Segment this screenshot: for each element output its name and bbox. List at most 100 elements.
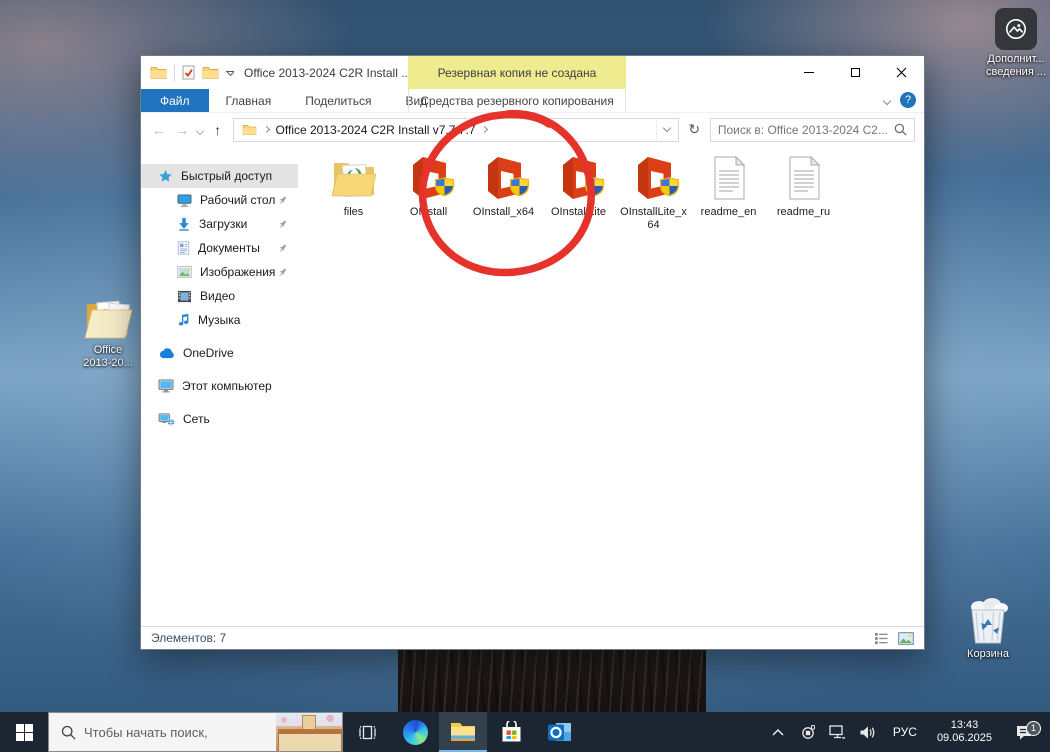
hidden-icons-chevron-icon[interactable] [765,728,791,736]
quick-access-star-icon [158,169,173,184]
pin-icon [277,243,288,254]
search-box[interactable]: Поиск в: Office 2013-2024 C2... [710,118,915,142]
desktop-icon [177,194,192,207]
explorer-app-icon [150,66,167,80]
sidebar-item-documents[interactable]: Документы [141,236,298,260]
sidebar-item-network[interactable]: Сеть [141,407,298,431]
back-icon[interactable]: ← [150,122,168,138]
tab-backup-tools[interactable]: Средства резервного копирования [408,89,626,113]
this-pc-icon [158,379,174,393]
ribbon-collapse-icon[interactable] [884,93,890,107]
sidebar-item-desktop[interactable]: Рабочий стол [141,188,298,212]
breadcrumb-folder-icon [242,124,257,136]
uac-shield-icon [584,176,605,197]
file-item-oinstalllite[interactable]: OInstallLite [541,154,616,219]
taskbar-clock[interactable]: 13:43 09.06.2025 [929,719,1000,745]
file-list-pane[interactable]: files [298,146,924,626]
language-indicator[interactable]: РУС [885,725,925,739]
tab-share[interactable]: Поделиться [288,89,388,112]
task-view-icon [358,723,377,742]
start-button[interactable] [0,712,48,752]
pin-icon [277,267,288,278]
file-label: OInstallLite_x64 [619,206,689,232]
spotlight-picture-icon [995,8,1037,50]
ribbon-tabs: Файл Главная Поделиться Вид Средства рез… [141,89,924,113]
taskbar-edge-button[interactable] [391,712,439,752]
taskbar: Чтобы начать поиск, [0,712,1050,752]
search-highlight-image[interactable] [276,713,342,751]
desktop-icon-recycle-bin[interactable]: Корзина [955,597,1021,661]
taskbar-store-button[interactable] [487,712,535,752]
volume-icon[interactable] [855,725,881,740]
file-item-files[interactable]: files [316,154,391,219]
spotlight-label-line2: сведения ... [986,66,1046,79]
sidebar-item-videos[interactable]: Видео [141,284,298,308]
edge-icon [403,720,428,745]
onedrive-cloud-icon [158,348,175,359]
sidebar-label: Загрузки [199,217,247,231]
pin-icon [277,219,288,230]
microsoft-store-icon [500,721,523,744]
close-button[interactable] [878,56,924,89]
desktop-icon-spotlight[interactable]: Дополнит... сведения ... [983,8,1049,79]
sidebar-item-onedrive[interactable]: OneDrive [141,341,298,365]
taskbar-search-placeholder: Чтобы начать поиск, [84,725,268,740]
office-folder-label-line2: 2013-20... [83,357,133,370]
tray-device-icon[interactable] [795,724,821,740]
music-icon [177,313,190,327]
address-dropdown-icon[interactable] [656,119,678,141]
qat-properties-icon[interactable] [182,65,195,80]
pictures-icon [177,266,192,278]
taskbar-search-box[interactable]: Чтобы начать поиск, [48,712,343,752]
clock-date: 09.06.2025 [937,732,992,745]
maximize-icon [851,68,860,77]
file-item-oinstalllite-x64[interactable]: OInstallLite_x64 [616,154,691,232]
sidebar-label: Быстрый доступ [181,169,272,183]
sidebar-item-pictures[interactable]: Изображения [141,260,298,284]
tab-file[interactable]: Файл [141,89,209,112]
sidebar-item-music[interactable]: Музыка [141,308,298,332]
notification-badge: 1 [1026,721,1041,736]
recent-locations-icon[interactable] [197,121,203,139]
help-icon[interactable]: ? [900,92,916,108]
sidebar-label: Этот компьютер [182,379,272,393]
file-label: readme_en [701,206,757,219]
clock-time: 13:43 [937,719,992,732]
desktop-icon-office-folder[interactable]: Office 2013-20... [68,297,148,370]
breadcrumb-chevron-icon[interactable] [481,126,488,133]
titlebar-separator [174,65,175,81]
task-view-button[interactable] [343,712,391,752]
network-icon[interactable] [825,725,851,740]
tab-home[interactable]: Главная [209,89,289,112]
sidebar-item-this-pc[interactable]: Этот компьютер [141,374,298,398]
file-item-oinstall[interactable]: OInstall [391,154,466,219]
taskbar-explorer-button[interactable] [439,712,487,752]
sidebar-label: Музыка [198,313,240,327]
sidebar-item-quick-access[interactable]: Быстрый доступ [141,164,298,188]
details-view-icon[interactable] [874,632,889,645]
sidebar-item-downloads[interactable]: Загрузки [141,212,298,236]
sidebar-label: OneDrive [183,346,234,360]
up-icon[interactable]: ↑ [209,122,227,138]
file-item-readme-en[interactable]: readme_en [691,154,766,219]
system-tray: РУС 13:43 09.06.2025 1 [765,712,1050,752]
file-item-oinstall-x64[interactable]: OInstall_x64 [466,154,541,219]
breadcrumb-path[interactable]: Office 2013-2024 C2R Install v7.7.7.7 [276,123,476,137]
breadcrumb-chevron-icon[interactable] [263,126,270,133]
qat-customize-icon[interactable] [226,71,234,75]
minimize-icon [804,72,814,73]
title-bar[interactable]: Office 2013-2024 C2R Install ... Резервн… [141,56,924,89]
qat-new-folder-icon[interactable] [202,66,219,80]
file-item-readme-ru[interactable]: readme_ru [766,154,841,219]
refresh-icon[interactable]: ↻ [685,121,704,138]
sidebar-label: Сеть [183,412,210,426]
action-center-button[interactable]: 1 [1004,724,1044,741]
address-bar[interactable]: Office 2013-2024 C2R Install v7.7.7.7 [233,118,679,142]
taskbar-outlook-button[interactable] [535,712,583,752]
maximize-button[interactable] [832,56,878,89]
large-icons-view-icon[interactable] [898,632,914,645]
minimize-button[interactable] [786,56,832,89]
forward-icon[interactable]: → [174,122,192,138]
uac-shield-icon [434,176,455,197]
sidebar-label: Рабочий стол [200,193,275,207]
